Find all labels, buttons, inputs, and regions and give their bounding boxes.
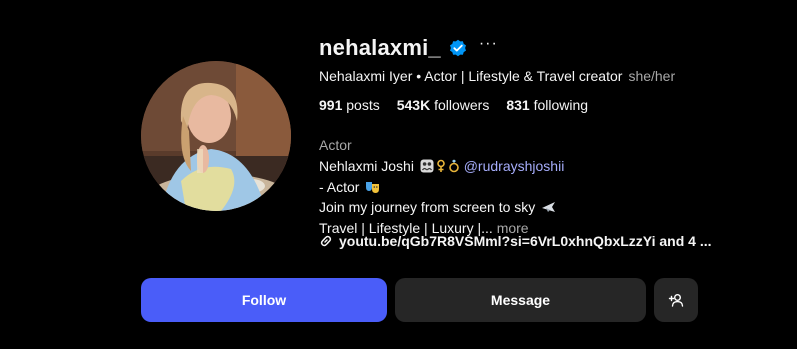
bio-line-1: Nehlaxmi Joshi @rudrayshjoshii [319, 157, 564, 178]
profile-subtitle: Nehalaxmi Iyer • Actor | Lifestyle & Tra… [319, 68, 675, 84]
bio-mention-link[interactable]: @rudrayshjoshii [464, 158, 565, 174]
verified-badge-icon [449, 39, 467, 57]
bio-line-2: - Actor [319, 178, 564, 199]
following-stat[interactable]: 831 following [506, 97, 588, 113]
suggested-accounts-button[interactable] [654, 278, 698, 322]
profile-link[interactable]: youtu.be/qGb7R8VSMml?si=6VrL0xhnQbxLzzYi… [319, 233, 712, 249]
following-count: 831 [506, 97, 530, 113]
bio-name: Nehlaxmi Joshi [319, 158, 414, 174]
username-row: nehalaxmi_ ··· [319, 33, 498, 63]
more-options-icon[interactable]: ··· [479, 36, 498, 52]
female-sign-emoji-icon [436, 159, 446, 178]
followers-label: followers [434, 97, 490, 113]
following-label: following [533, 97, 589, 113]
posts-label: posts [346, 97, 380, 113]
avatar-image [141, 61, 291, 211]
add-person-icon [668, 294, 684, 307]
bio-role-text: - Actor [319, 178, 360, 195]
followers-stat[interactable]: 543K followers [397, 97, 490, 113]
theater-masks-emoji-icon [365, 180, 380, 199]
follow-button[interactable]: Follow [141, 278, 387, 322]
username: nehalaxmi_ [319, 35, 441, 60]
airplane-emoji-icon [541, 200, 556, 219]
message-button[interactable]: Message [395, 278, 646, 322]
followers-count: 543K [396, 97, 431, 113]
ring-emoji-icon [448, 159, 460, 178]
profile-link-text: youtu.be/qGb7R8VSMml?si=6VrL0xhnQbxLzzYi… [339, 233, 712, 249]
posts-count: 991 [319, 97, 343, 113]
profile-avatar[interactable] [141, 61, 291, 211]
profile-bio: Nehlaxmi Joshi @rudrayshjoshii - Actor J… [319, 157, 564, 237]
couple-emoji-icon [420, 159, 434, 178]
bio-line-3: Join my journey from screen to sky [319, 198, 564, 219]
posts-stat: 991 posts [319, 97, 380, 113]
full-name-line: Nehalaxmi Iyer • Actor | Lifestyle & Tra… [319, 68, 623, 84]
bio-journey-text: Join my journey from screen to sky [319, 199, 536, 215]
link-icon [320, 235, 332, 247]
pronouns: she/her [628, 68, 676, 84]
profile-category: Actor [319, 137, 352, 153]
profile-stats: 991 posts 543K followers 831 following [319, 97, 588, 113]
